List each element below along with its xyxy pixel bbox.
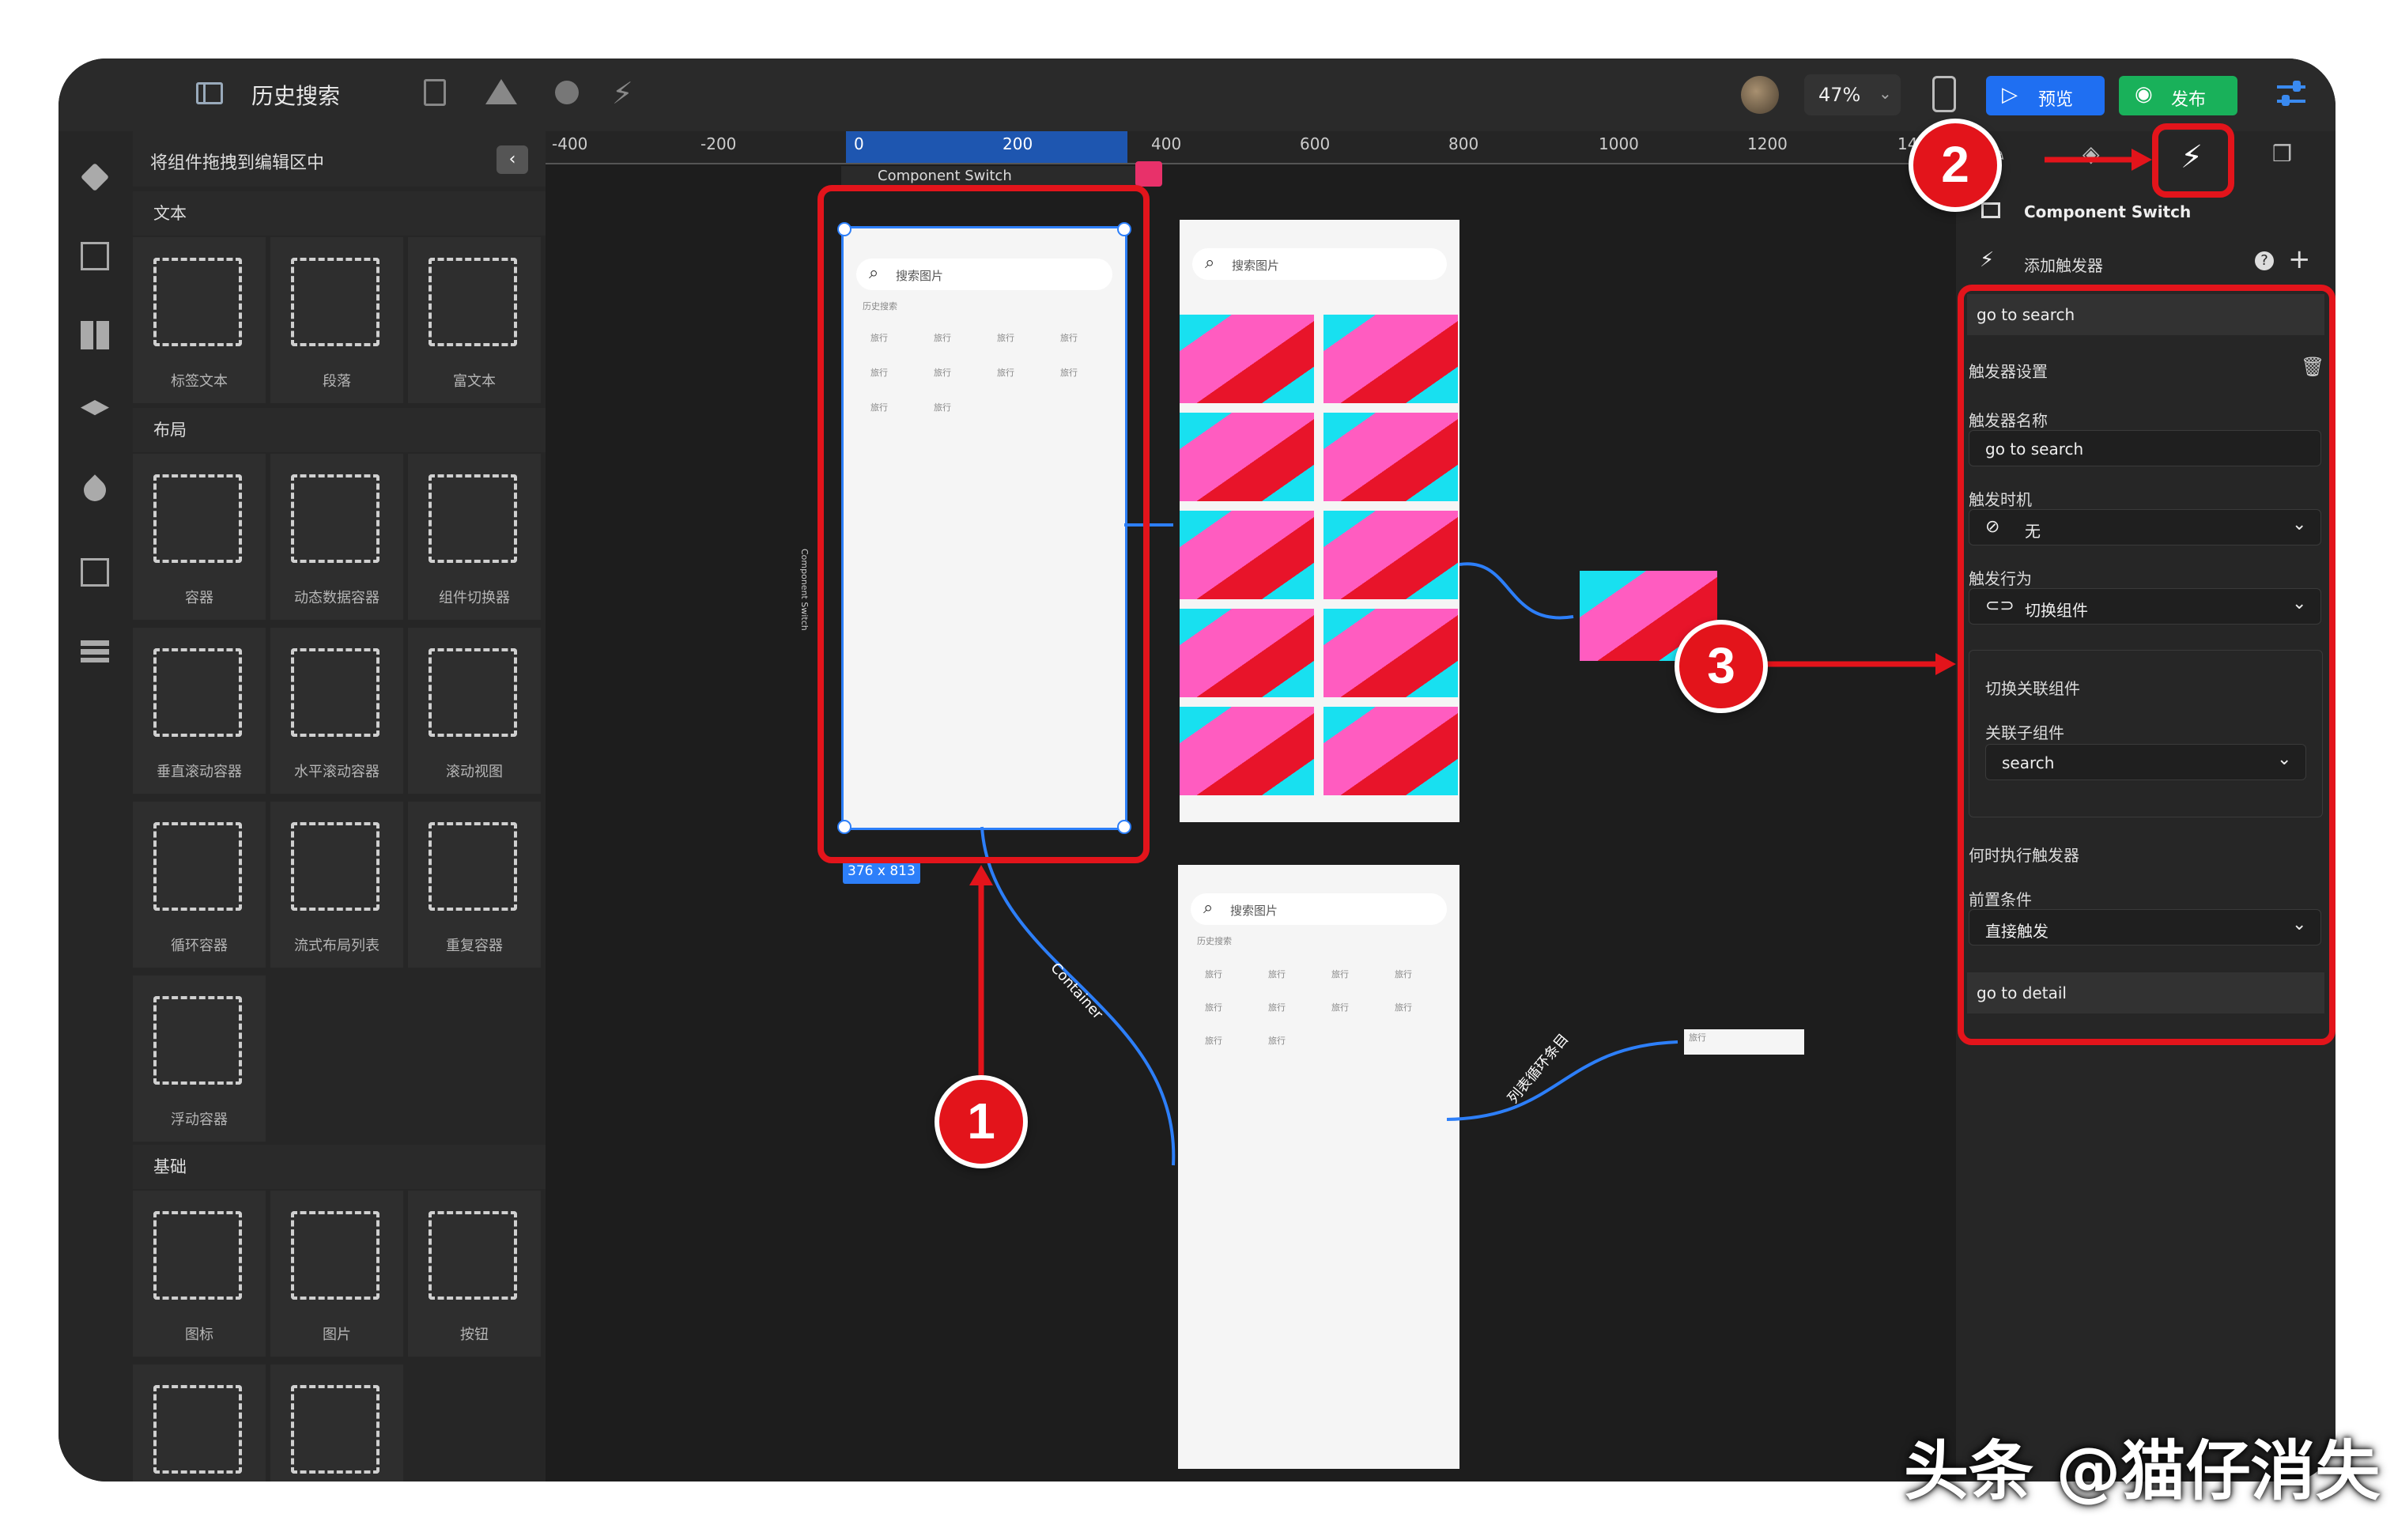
arrow-3-head [1935, 653, 1956, 675]
arrow-1-head [969, 865, 993, 885]
annotation-badge-1: 1 [935, 1075, 1028, 1168]
arrow-2-head [2132, 149, 2152, 171]
annotation-arrows [969, 149, 2152, 1110]
annotation-badge-3: 3 [1675, 620, 1768, 713]
watermark: 头条 @猫仔消失 [1904, 1434, 2381, 1509]
annotation-badge-2: 2 [1909, 119, 2002, 212]
app-window: 历史搜索 ⚡ 47% ⌄ ▷ 预览 ◉ 发布 将组件拖拽到编辑区中 ‹ 文本 标… [59, 59, 2335, 1481]
